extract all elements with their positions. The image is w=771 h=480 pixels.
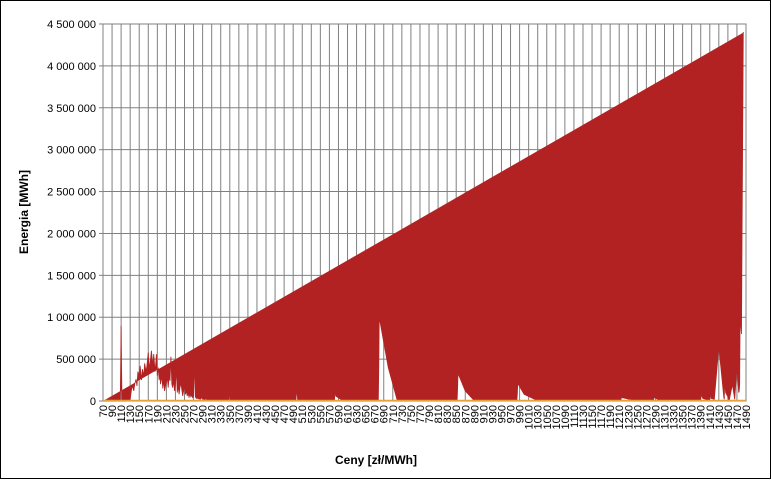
y-tick-label: 2 000 000 xyxy=(47,228,96,240)
y-tick-label: 3 500 000 xyxy=(47,103,96,115)
y-tick-label: 0 xyxy=(90,396,96,408)
y-axis-title: Energia [MWh] xyxy=(17,170,31,254)
chart-svg: 0 500 000 1 000 000 1 500 000 2 000 000 2 500… xyxy=(17,19,753,467)
y-tick-label: 2 500 000 xyxy=(47,187,96,199)
y-tick-label: 4 500 000 xyxy=(47,19,96,31)
x-axis-title: Ceny [zł/MWh] xyxy=(335,453,417,467)
y-tick-label: 1 500 000 xyxy=(47,270,96,282)
chart-frame: 0 500 000 1 000 000 1 500 000 2 000 000 2 500… xyxy=(0,0,771,479)
y-tick-label: 3 000 000 xyxy=(47,145,96,157)
x-tick-labels: 7090110130150170190210230250270290310330… xyxy=(98,405,753,429)
y-tick-label: 1 000 000 xyxy=(47,312,96,324)
y-tick-label: 500 000 xyxy=(56,354,96,366)
x-tick-label: 1490 xyxy=(741,405,753,429)
y-tick-label: 4 000 000 xyxy=(47,61,96,73)
y-tick-labels: 0 500 000 1 000 000 1 500 000 2 000 000 2 500… xyxy=(47,19,96,408)
